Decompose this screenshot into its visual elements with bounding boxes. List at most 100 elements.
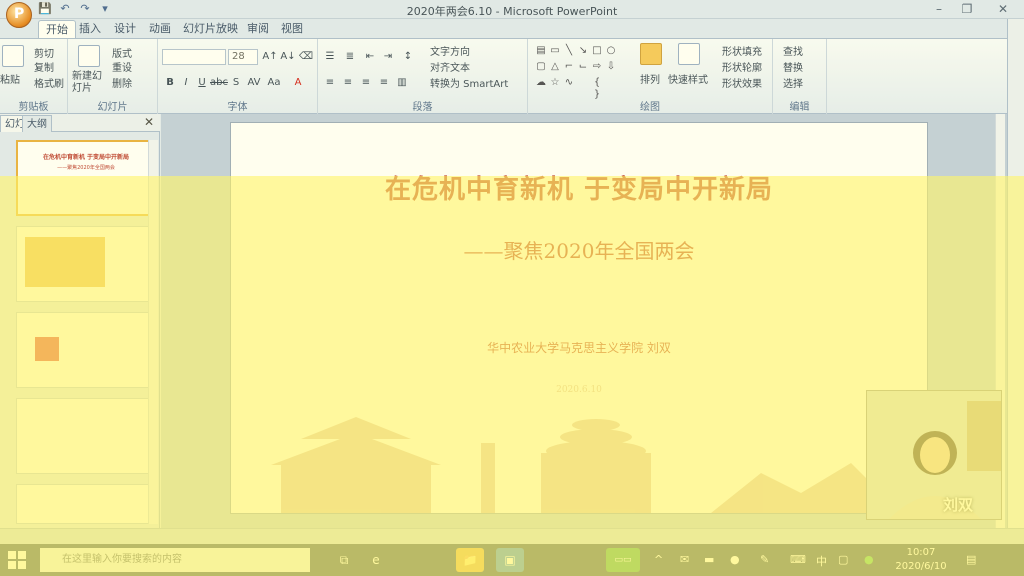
quick-styles-button[interactable]: 快速样式 (668, 71, 708, 86)
paste-button[interactable]: 粘贴 (0, 71, 20, 86)
slide-date[interactable]: 2020.6.10 (231, 385, 927, 395)
tab-insert[interactable]: 插入 (72, 20, 108, 38)
network-icon[interactable]: ✉ (680, 553, 689, 566)
columns-icon[interactable]: ▥ (394, 75, 410, 90)
elbow-shape-icon[interactable]: ⌙ (576, 61, 590, 73)
arrow-shape-icon[interactable]: ↘ (576, 45, 590, 57)
cloud-shape-icon[interactable]: ☁ (534, 77, 548, 89)
line-shape-icon[interactable]: ╲ (562, 45, 576, 57)
close-button[interactable]: ✕ (990, 1, 1016, 17)
slide-thumbnail-1[interactable]: 在危机中育新机 于变局中开新局 ——聚焦2020年全国两会 (16, 140, 156, 216)
slide-thumbnail-4[interactable] (16, 398, 156, 474)
tab-design[interactable]: 设计 (107, 20, 143, 38)
wechat-icon[interactable]: ● (864, 553, 874, 566)
shape-fill-button[interactable]: 形状填充 (722, 43, 762, 58)
line-spacing-icon[interactable]: ↕ (400, 49, 416, 64)
grow-font-icon[interactable]: A↑ (262, 49, 278, 64)
layout-button[interactable]: 版式 (112, 45, 132, 60)
increase-indent-icon[interactable]: ⇥ (380, 49, 396, 64)
right-arrow-shape-icon[interactable]: ⇨ (590, 61, 604, 73)
office-button[interactable]: P (6, 2, 32, 28)
reset-button[interactable]: 重设 (112, 59, 132, 74)
new-slide-icon[interactable] (78, 45, 100, 67)
align-center-icon[interactable]: ≡ (340, 75, 356, 90)
slide-author[interactable]: 华中农业大学马克思主义学院 刘双 (231, 339, 927, 356)
curve-shape-icon[interactable]: ∿ (562, 77, 576, 89)
ime-indicator[interactable]: 中 (816, 553, 827, 569)
shadow-icon[interactable]: S (228, 75, 244, 90)
strikethrough-icon[interactable]: abc (210, 75, 228, 90)
delete-button[interactable]: 删除 (112, 75, 132, 90)
volume-icon[interactable]: ▬ (704, 553, 714, 566)
align-text-button[interactable]: 对齐文本 (430, 59, 470, 74)
paste-icon[interactable] (2, 45, 24, 67)
arrange-icon[interactable] (640, 43, 662, 65)
oval-shape-icon[interactable]: ○ (604, 45, 618, 57)
char-spacing-icon[interactable]: AV (246, 75, 262, 90)
pen-icon[interactable]: ✎ (760, 553, 769, 566)
tab-animations[interactable]: 动画 (142, 20, 178, 38)
smartart-button[interactable]: 转换为 SmartArt (430, 75, 508, 90)
task-view-icon[interactable]: ⧉ (330, 548, 358, 572)
current-slide[interactable]: 在危机中育新机 于变局中开新局 ——聚焦2020年全国两会 华中农业大学马克思主… (230, 122, 928, 514)
bold-icon[interactable]: B (162, 75, 178, 90)
maximize-button[interactable]: ❐ (954, 1, 980, 17)
numbering-icon[interactable]: ≣ (342, 49, 358, 64)
copy-button[interactable]: 复制 (34, 59, 54, 74)
slide-subtitle[interactable]: ——聚焦2020年全国两会 (231, 235, 927, 264)
justify-icon[interactable]: ≡ (376, 75, 392, 90)
settings-icon[interactable]: ● (730, 553, 740, 566)
close-icon[interactable]: ✕ (144, 115, 154, 129)
keyboard-icon[interactable]: ⌨ (790, 553, 806, 566)
quick-styles-icon[interactable] (678, 43, 700, 65)
text-direction-button[interactable]: 文字方向 (430, 43, 470, 58)
tab-review[interactable]: 审阅 (240, 20, 276, 38)
edge-icon[interactable]: e (362, 548, 390, 572)
system-clock[interactable]: 10:07 2020/6/10 (886, 546, 956, 574)
font-color-icon[interactable]: A (290, 75, 306, 90)
textbox-shape-icon[interactable]: ▤ (534, 45, 548, 57)
rect-shape-icon[interactable]: ▭ (548, 45, 562, 57)
shape-effects-button[interactable]: 形状效果 (722, 75, 762, 90)
minimize-button[interactable]: – (926, 1, 952, 17)
slide-thumbnail-5[interactable] (16, 484, 156, 524)
shrink-font-icon[interactable]: A↓ (280, 49, 296, 64)
bullets-icon[interactable]: ☰ (322, 49, 338, 64)
change-case-icon[interactable]: Aa (266, 75, 282, 90)
brace-shape-icon[interactable]: { } (590, 77, 604, 100)
format-painter-button[interactable]: 格式刷 (34, 75, 64, 90)
shape-outline-button[interactable]: 形状轮廓 (722, 59, 762, 74)
clear-format-icon[interactable]: ⌫ (298, 49, 314, 64)
down-arrow-shape-icon[interactable]: ⇩ (604, 61, 618, 73)
replace-button[interactable]: 替换 (783, 59, 803, 74)
file-explorer-icon[interactable]: 📁 (456, 548, 484, 572)
align-left-icon[interactable]: ≡ (322, 75, 338, 90)
triangle-shape-icon[interactable]: △ (548, 61, 562, 73)
font-name-box[interactable] (162, 49, 226, 65)
tab-outline-pane[interactable]: 大纲 (22, 115, 52, 132)
tab-slideshow[interactable]: 幻灯片放映 (176, 20, 245, 38)
font-size-box[interactable]: 28 (228, 49, 258, 65)
find-button[interactable]: 查找 (783, 43, 803, 58)
connector-shape-icon[interactable]: ⌐ (562, 61, 576, 73)
meeting-app-icon[interactable]: ▣ (496, 548, 524, 572)
decrease-indent-icon[interactable]: ⇤ (362, 49, 378, 64)
arrange-button[interactable]: 排列 (640, 71, 660, 86)
slide-title[interactable]: 在危机中育新机 于变局中开新局 (231, 169, 927, 206)
slide-thumbnail-2[interactable] (16, 226, 156, 302)
italic-icon[interactable]: I (178, 75, 194, 90)
rounded-rect-shape-icon[interactable]: ▢ (534, 61, 548, 73)
new-slide-button[interactable]: 新建幻灯片 (72, 71, 106, 95)
tab-home[interactable]: 开始 (38, 20, 76, 38)
underline-icon[interactable]: U (194, 75, 210, 90)
star-shape-icon[interactable]: ☆ (548, 77, 562, 89)
pane-scrollbar[interactable] (148, 140, 158, 524)
align-right-icon[interactable]: ≡ (358, 75, 374, 90)
slide-thumbnail-3[interactable] (16, 312, 156, 388)
cut-button[interactable]: 剪切 (34, 45, 54, 60)
app-tray-icon[interactable]: ▢ (838, 553, 848, 566)
square-shape-icon[interactable]: □ (590, 45, 604, 57)
notification-icon[interactable]: ▤ (966, 553, 976, 566)
taskbar-search-input[interactable]: 在这里输入你要搜索的内容 (40, 548, 310, 572)
windows-start-icon[interactable] (8, 551, 26, 569)
